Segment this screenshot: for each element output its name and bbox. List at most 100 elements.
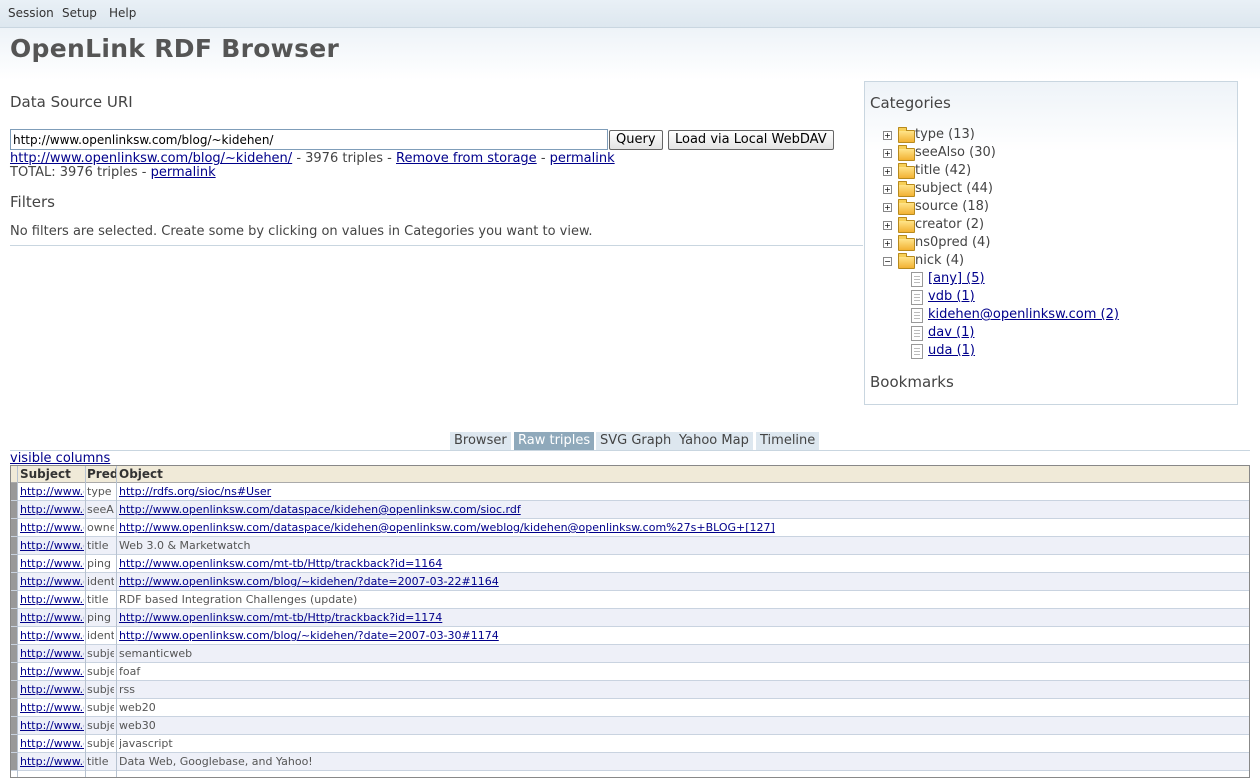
predicate-cell: title xyxy=(87,593,109,606)
column-divider[interactable] xyxy=(17,466,18,777)
table-row: http://www.openlinksw.comsubject rss xyxy=(11,681,1249,699)
object-link[interactable]: http://www.openlinksw.com/dataspace/kide… xyxy=(119,503,1239,517)
header-object[interactable]: Object xyxy=(119,467,319,481)
folder-open-icon xyxy=(898,253,915,269)
object-link[interactable]: http://www.openlinksw.com/dataspace/kide… xyxy=(119,521,1239,535)
tab-browser[interactable]: Browser xyxy=(450,432,511,450)
table-row: http://www.openlinksw.comidentifier http:… xyxy=(11,573,1249,591)
predicate-cell: identifier xyxy=(87,575,114,588)
expand-icon[interactable]: + xyxy=(883,149,892,158)
table-row: http://www.openlinksw.comsubject foaf xyxy=(11,663,1249,681)
tab-yahoo-map[interactable]: Yahoo Map xyxy=(675,432,753,450)
table-row: http://www.openlinksw.comsubject semantic… xyxy=(11,645,1249,663)
folder-icon xyxy=(898,163,915,179)
expand-icon[interactable]: + xyxy=(883,167,892,176)
header-subject[interactable]: Subject xyxy=(20,467,84,481)
expand-icon[interactable]: + xyxy=(883,239,892,248)
source-triples: - 3976 triples - xyxy=(292,151,397,166)
subject-link[interactable]: http://www.openlinksw.com xyxy=(20,521,84,535)
filters-empty-text: No filters are selected. Create some by … xyxy=(10,224,593,239)
divider xyxy=(10,245,863,246)
expand-icon[interactable]: + xyxy=(883,221,892,230)
menu-help[interactable]: Help xyxy=(109,6,136,20)
subject-link[interactable]: http://www.openlinksw.com xyxy=(20,557,84,571)
categories-panel: Categories + type (13) + seeAlso (30) + … xyxy=(864,81,1238,405)
subject-link[interactable]: http://www.openlinksw.com xyxy=(20,665,84,679)
grid-header: Subject Predi Object xyxy=(11,466,1249,483)
object-link[interactable]: http://www.openlinksw.com/blog/~kidehen/… xyxy=(119,575,1239,589)
separator: - xyxy=(536,151,550,166)
object-link[interactable]: http://www.openlinksw.com/mt-tb/Http/tra… xyxy=(119,611,1239,625)
predicate-cell: owner xyxy=(87,521,114,534)
object-value: web20 xyxy=(119,701,156,714)
table-row: http://www.openlinksw.comtype http://rdfs… xyxy=(11,483,1249,501)
subject-link[interactable]: http://www.openlinksw.com xyxy=(20,647,84,661)
table-row: http://www.openlinksw.comseeAlso http://w… xyxy=(11,501,1249,519)
document-icon xyxy=(911,272,923,287)
column-divider[interactable] xyxy=(85,466,86,777)
object-value: Web 3.0 & Marketwatch xyxy=(119,539,251,552)
subject-link[interactable]: http://www.openlinksw.com xyxy=(20,719,84,733)
subject-link[interactable]: http://www.openlinksw.com xyxy=(20,737,84,751)
object-link[interactable]: http://www.openlinksw.com/blog/~kidehen/… xyxy=(119,629,1239,643)
predicate-cell: seeAlso xyxy=(87,503,114,516)
subject-link[interactable]: http://www.openlinksw.com xyxy=(20,593,84,607)
header-predicate[interactable]: Predi xyxy=(87,467,116,481)
object-value: javascript xyxy=(119,737,173,750)
table-row: http://www.openlinksw.comowner http://www… xyxy=(11,519,1249,537)
expand-icon[interactable]: + xyxy=(883,131,892,140)
collapse-icon[interactable]: − xyxy=(883,257,892,266)
menu-session[interactable]: Session xyxy=(8,6,54,20)
expand-icon[interactable]: + xyxy=(883,203,892,212)
subject-link[interactable]: http://www.openlinksw.com xyxy=(20,503,84,517)
triples-grid: Subject Predi Object http://www.openlink… xyxy=(10,465,1250,778)
predicate-cell: ping xyxy=(87,611,111,624)
subject-link[interactable]: http://www.openlinksw.com xyxy=(20,755,84,769)
subject-link[interactable]: http://www.openlinksw.com xyxy=(20,701,84,715)
remove-storage-link[interactable]: Remove from storage xyxy=(396,151,537,166)
subject-link[interactable]: http://www.openlinksw.com xyxy=(20,611,84,625)
object-link[interactable]: http://rdfs.org/sioc/ns#User xyxy=(119,485,1239,499)
table-row: http://www.openlinksw.comtitle Data Web, … xyxy=(11,753,1249,771)
bookmarks-title: Bookmarks xyxy=(870,373,954,391)
subject-link[interactable]: http://www.openlinksw.com xyxy=(20,539,84,553)
object-link[interactable]: http://www.openlinksw.com/mt-tb/Http/tra… xyxy=(119,557,1239,571)
predicate-cell: subject xyxy=(87,737,114,750)
predicate-cell: subject xyxy=(87,683,114,696)
folder-icon xyxy=(898,181,915,197)
object-value: semanticweb xyxy=(119,647,193,660)
object-value: rss xyxy=(119,683,135,696)
visible-columns-link[interactable]: visible columns xyxy=(10,451,110,466)
total-permalink-link[interactable]: permalink xyxy=(151,165,216,180)
expand-icon[interactable]: + xyxy=(883,185,892,194)
tab-svg-graph[interactable]: SVG Graph xyxy=(596,432,676,450)
tab-timeline[interactable]: Timeline xyxy=(756,432,820,450)
categories-title: Categories xyxy=(870,94,951,112)
predicate-cell: title xyxy=(87,755,109,768)
source-link[interactable]: http://www.openlinksw.com/blog/~kidehen/ xyxy=(10,151,292,166)
permalink-link[interactable]: permalink xyxy=(550,151,615,166)
tab-raw-triples[interactable]: Raw triples xyxy=(514,432,595,450)
menu-setup[interactable]: Setup xyxy=(62,6,97,20)
predicate-cell: title xyxy=(87,539,109,552)
folder-icon xyxy=(898,127,915,143)
tab-underline xyxy=(10,450,1250,451)
subject-link[interactable]: http://www.openlinksw.com xyxy=(20,575,84,589)
load-webdav-button[interactable]: Load via Local WebDAV xyxy=(668,130,834,150)
table-row: http://www.openlinksw.comtitle Web 3.0 & … xyxy=(11,537,1249,555)
subject-link[interactable]: http://www.openlinksw.com xyxy=(20,629,84,643)
subject-link[interactable]: http://www.openlinksw.com xyxy=(20,485,84,499)
subject-link[interactable]: http://www.openlinksw.com xyxy=(20,683,84,697)
page-title: OpenLink RDF Browser xyxy=(10,34,340,63)
table-row: http://www.openlinksw.comping http://www.… xyxy=(11,555,1249,573)
column-divider[interactable] xyxy=(116,466,117,777)
folder-icon xyxy=(898,199,915,215)
document-icon xyxy=(911,290,923,305)
query-button[interactable]: Query xyxy=(609,130,663,150)
uri-input[interactable] xyxy=(10,129,608,150)
predicate-cell: ping xyxy=(87,557,111,570)
predicate-cell: subject xyxy=(87,701,114,714)
table-row: http://www.openlinksw.comidentifier http:… xyxy=(11,627,1249,645)
predicate-cell: subject xyxy=(87,665,114,678)
folder-icon xyxy=(898,235,915,251)
